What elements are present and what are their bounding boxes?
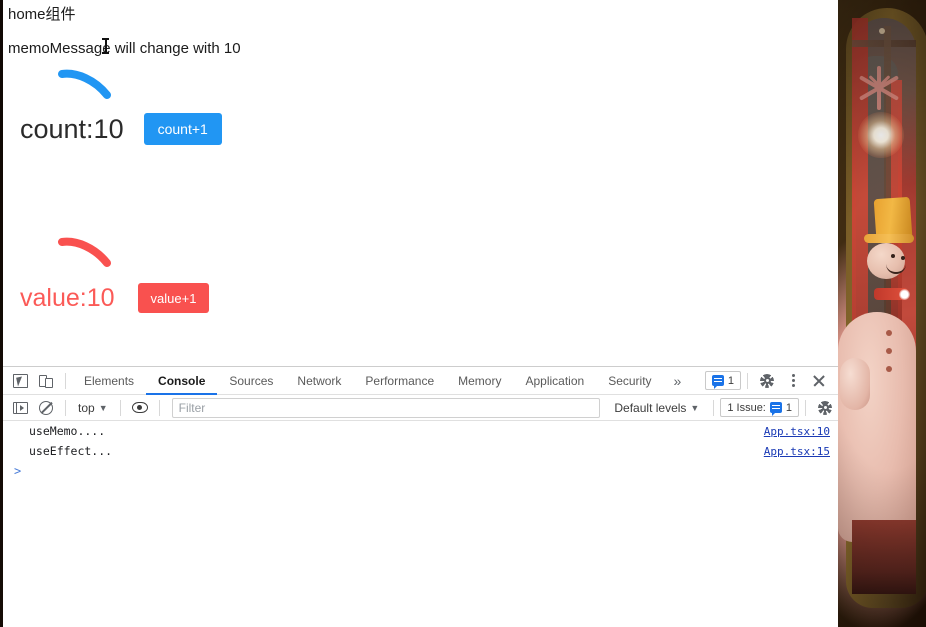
tab-network[interactable]: Network: [285, 367, 353, 395]
chevron-down-icon: ▼: [98, 402, 108, 413]
message-icon: [769, 402, 782, 416]
tab-console[interactable]: Console: [146, 367, 217, 395]
console-sidebar-icon[interactable]: [7, 396, 33, 420]
screen-root: home组件 memoMessage will change with 10 c…: [0, 0, 926, 627]
console-message-row[interactable]: useEffect... App.tsx:15: [3, 441, 838, 461]
console-filter-bar: top ▼ Default levels ▼ 1 Issue: 1: [3, 395, 838, 421]
snowman-button: [886, 348, 892, 354]
live-expression-icon[interactable]: [127, 396, 153, 420]
execution-context-value: top: [78, 400, 95, 415]
tab-sources[interactable]: Sources: [217, 367, 285, 395]
console-message-text: useMemo....: [29, 424, 106, 438]
message-count: 1: [727, 374, 734, 387]
console-input-prompt[interactable]: >: [3, 461, 838, 481]
snowman-hat-brim: [864, 234, 914, 243]
page-title: home组件: [8, 6, 76, 23]
value-increment-button[interactable]: value+1: [137, 283, 210, 313]
issues-badge[interactable]: 1 Issue: 1: [720, 398, 799, 417]
console-message-text: useEffect...: [29, 444, 113, 458]
red-arc-annotation-icon: [58, 237, 111, 267]
devtools-panel: Elements Console Sources Network Perform…: [3, 366, 838, 627]
light-glow-large: [858, 112, 904, 158]
snowman-eye-right: [901, 256, 905, 260]
snowman-body: [838, 312, 916, 542]
memo-message-text: memoMessage will change with 10: [8, 40, 241, 57]
snowman-head: [867, 243, 905, 279]
toolbar-divider: [158, 399, 160, 416]
toolbar-divider: [747, 372, 748, 389]
count-increment-button[interactable]: count+1: [143, 113, 222, 145]
snowman-arm: [840, 358, 870, 410]
snowman-button: [886, 330, 892, 336]
tab-memory[interactable]: Memory: [446, 367, 513, 395]
browser-page: home组件 memoMessage will change with 10 c…: [3, 0, 838, 627]
devtools-tabbar: Elements Console Sources Network Perform…: [3, 367, 838, 395]
message-icon: [711, 375, 724, 389]
log-levels-select[interactable]: Default levels ▼: [606, 401, 707, 415]
close-devtools-icon[interactable]: [806, 369, 832, 393]
settings-gear-icon[interactable]: [754, 369, 780, 393]
toolbar-divider: [805, 399, 806, 416]
console-source-link[interactable]: App.tsx:15: [764, 445, 830, 458]
tab-performance[interactable]: Performance: [353, 367, 446, 395]
value-label: value:10: [20, 283, 115, 312]
toolbar-divider: [65, 399, 66, 416]
toolbar-divider: [713, 399, 715, 416]
issues-label: 1 Issue:: [727, 401, 766, 414]
chevron-down-icon: ▼: [690, 402, 700, 413]
snowflake-icon: [855, 64, 903, 112]
execution-context-select[interactable]: top ▼: [72, 401, 114, 415]
console-settings-gear-icon[interactable]: [812, 396, 838, 420]
snowman-button: [886, 366, 892, 372]
blue-arc-annotation-icon: [58, 69, 111, 99]
message-count-badge[interactable]: 1: [704, 371, 741, 390]
floor: [852, 520, 916, 594]
kebab-menu-icon[interactable]: [780, 369, 806, 393]
light-glow-small: [899, 289, 910, 300]
snowman-eye-left: [891, 254, 895, 258]
console-filter-input[interactable]: [171, 397, 601, 418]
prompt-caret-icon: >: [14, 464, 22, 478]
app-content-area: home组件 memoMessage will change with 10 c…: [3, 0, 838, 365]
more-tabs-icon[interactable]: »: [664, 373, 692, 389]
console-output: useMemo.... App.tsx:10 useEffect... App.…: [3, 421, 838, 481]
snowman-hat: [873, 196, 913, 240]
light-glow-tiny: [879, 28, 885, 34]
toolbar-divider: [65, 372, 66, 389]
tab-application[interactable]: Application: [513, 367, 596, 395]
toolbar-divider: [119, 399, 121, 416]
devtools-toolbar-right: 1: [704, 369, 838, 393]
devtools-tab-list: Elements Console Sources Network Perform…: [72, 367, 691, 395]
console-message-row[interactable]: useMemo.... App.tsx:10: [3, 421, 838, 441]
clear-console-icon[interactable]: [33, 396, 59, 420]
inspect-element-icon[interactable]: [7, 369, 33, 393]
count-label: count:10: [20, 113, 124, 144]
console-source-link[interactable]: App.tsx:10: [764, 425, 830, 438]
device-toolbar-icon[interactable]: [33, 369, 59, 393]
issues-count: 1: [785, 401, 792, 414]
log-levels-value: Default levels: [614, 400, 687, 415]
tab-security[interactable]: Security: [596, 367, 663, 395]
count-row: count:10 count+1: [20, 113, 222, 145]
tab-elements[interactable]: Elements: [72, 367, 146, 395]
value-row: value:10 value+1: [20, 283, 210, 313]
